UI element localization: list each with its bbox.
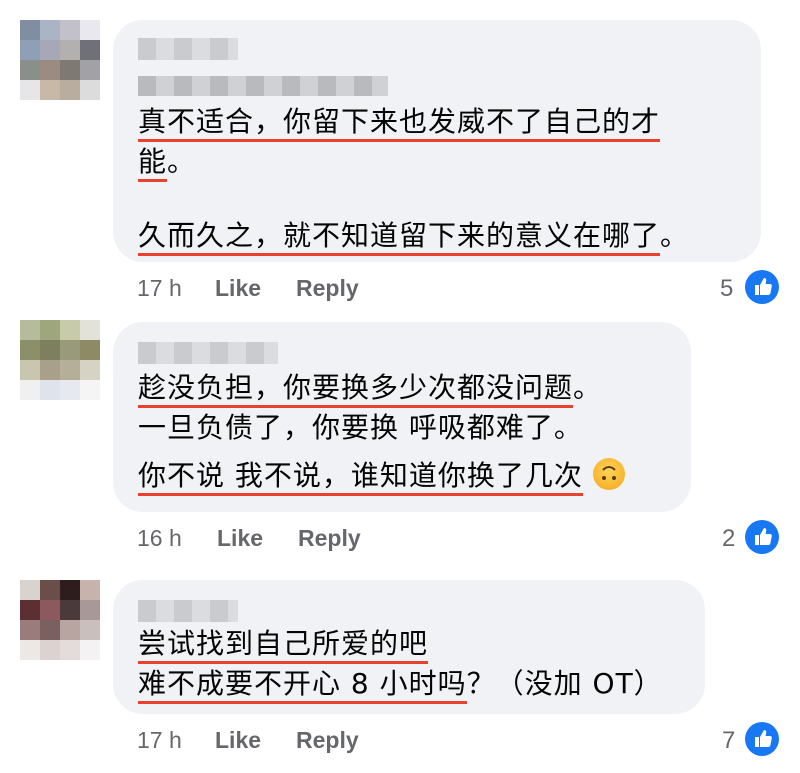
thumbs-up-icon: [745, 270, 779, 304]
reaction-count: 7: [722, 727, 736, 754]
comment-bubble: 趁没负担，你要换多少次都没问题。 一旦负债了，你要换 呼吸都难了。 你不说 我不…: [113, 322, 691, 512]
comment-bubble: 尝试找到自己所爱的吧 难不成要不开心 8 小时吗？（没加 OT）: [113, 580, 705, 714]
comment-line: 趁没负担，你要换多少次都没问题。: [138, 368, 602, 408]
comment-line: 久而久之，就不知道留下来的意义在哪了。: [138, 216, 689, 256]
avatar[interactable]: [20, 580, 100, 660]
reply-button[interactable]: Reply: [296, 727, 359, 754]
thumbs-up-icon: [745, 722, 779, 756]
comment-line: 难不成要不开心 8 小时吗？（没加 OT）: [138, 664, 663, 704]
comment-line: 你不说 我不说，谁知道你换了几次: [138, 456, 625, 496]
like-button[interactable]: Like: [217, 525, 263, 552]
author-name[interactable]: [138, 38, 238, 60]
timestamp[interactable]: 17 h: [137, 727, 182, 754]
upside-down-face-emoji: [592, 458, 625, 490]
like-button[interactable]: Like: [215, 727, 261, 754]
timestamp[interactable]: 16 h: [137, 525, 182, 552]
timestamp[interactable]: 17 h: [137, 275, 182, 302]
comment-line: 尝试找到自己所爱的吧: [138, 624, 429, 664]
reply-button[interactable]: Reply: [296, 275, 359, 302]
reply-button[interactable]: Reply: [298, 525, 361, 552]
comment-line: 真不适合，你留下来也发威不了自己的才: [138, 102, 661, 142]
author-subtitle: [138, 76, 388, 96]
like-button[interactable]: Like: [215, 275, 261, 302]
thumbs-up-icon: [745, 520, 779, 554]
avatar[interactable]: [20, 20, 100, 100]
author-name[interactable]: [138, 342, 278, 364]
reaction-count: 2: [722, 525, 736, 552]
avatar[interactable]: [20, 320, 100, 400]
comment-line: 一旦负债了，你要换 呼吸都难了。: [138, 411, 583, 444]
reaction-count: 5: [720, 275, 734, 302]
author-name[interactable]: [138, 600, 238, 622]
comment-bubble: 真不适合，你留下来也发威不了自己的才 能。 久而久之，就不知道留下来的意义在哪了…: [113, 20, 761, 262]
comment-line: 能。: [138, 142, 196, 182]
